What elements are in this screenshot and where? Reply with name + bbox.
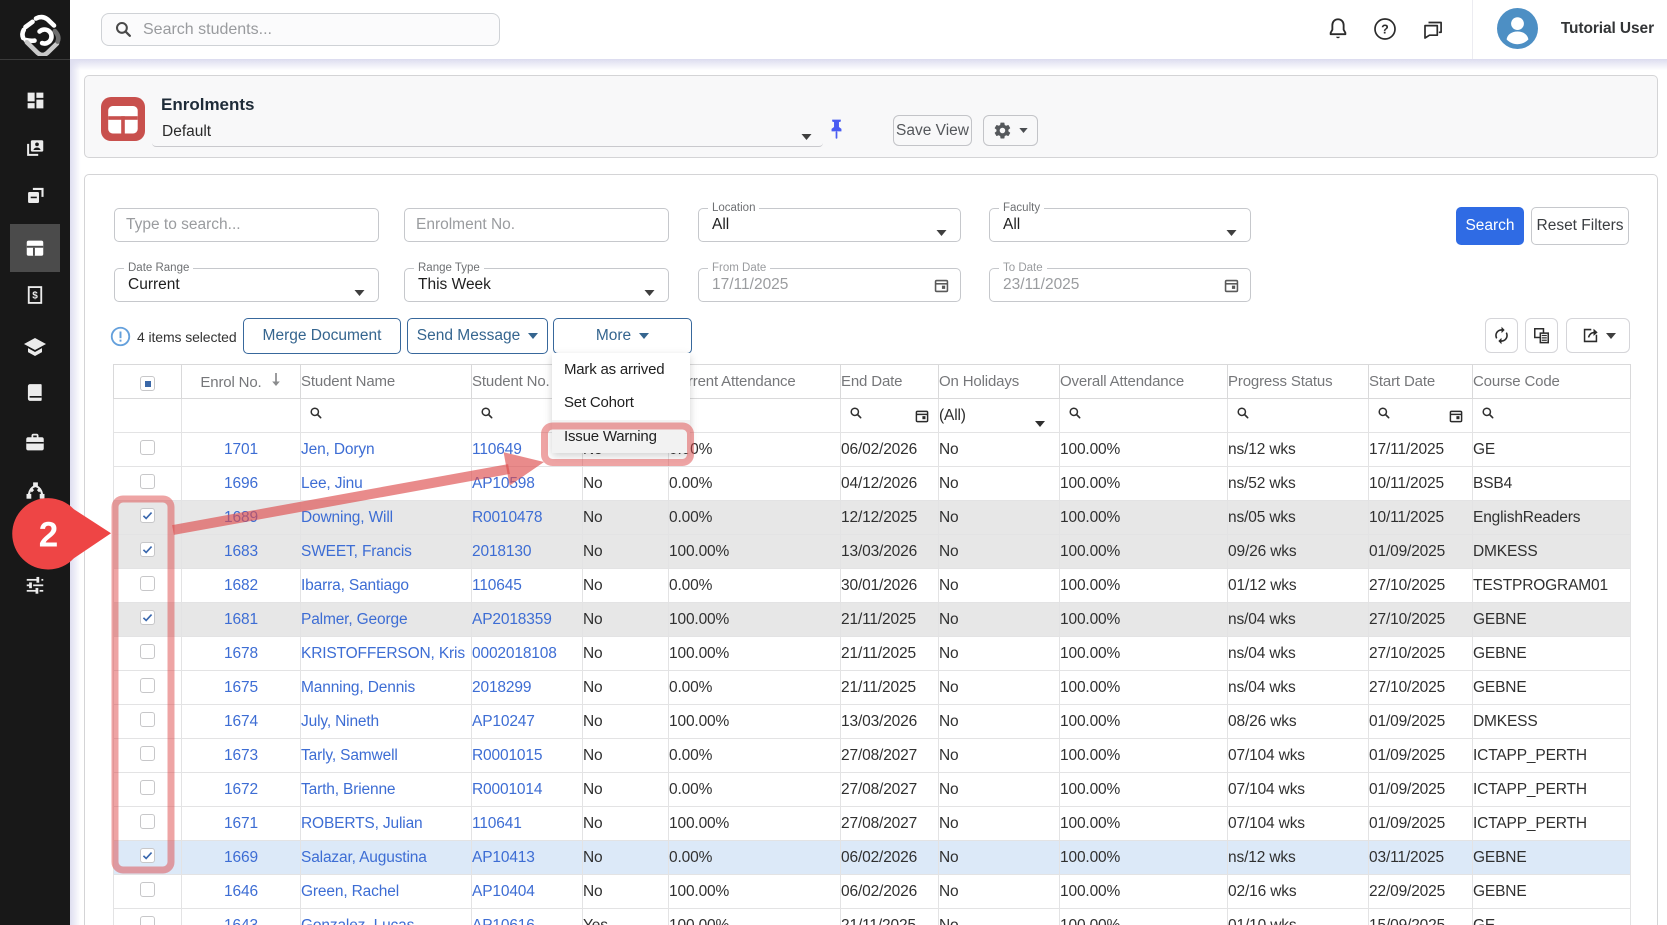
svg-text:?: ? — [1381, 22, 1389, 36]
svg-text:$: $ — [32, 291, 38, 302]
